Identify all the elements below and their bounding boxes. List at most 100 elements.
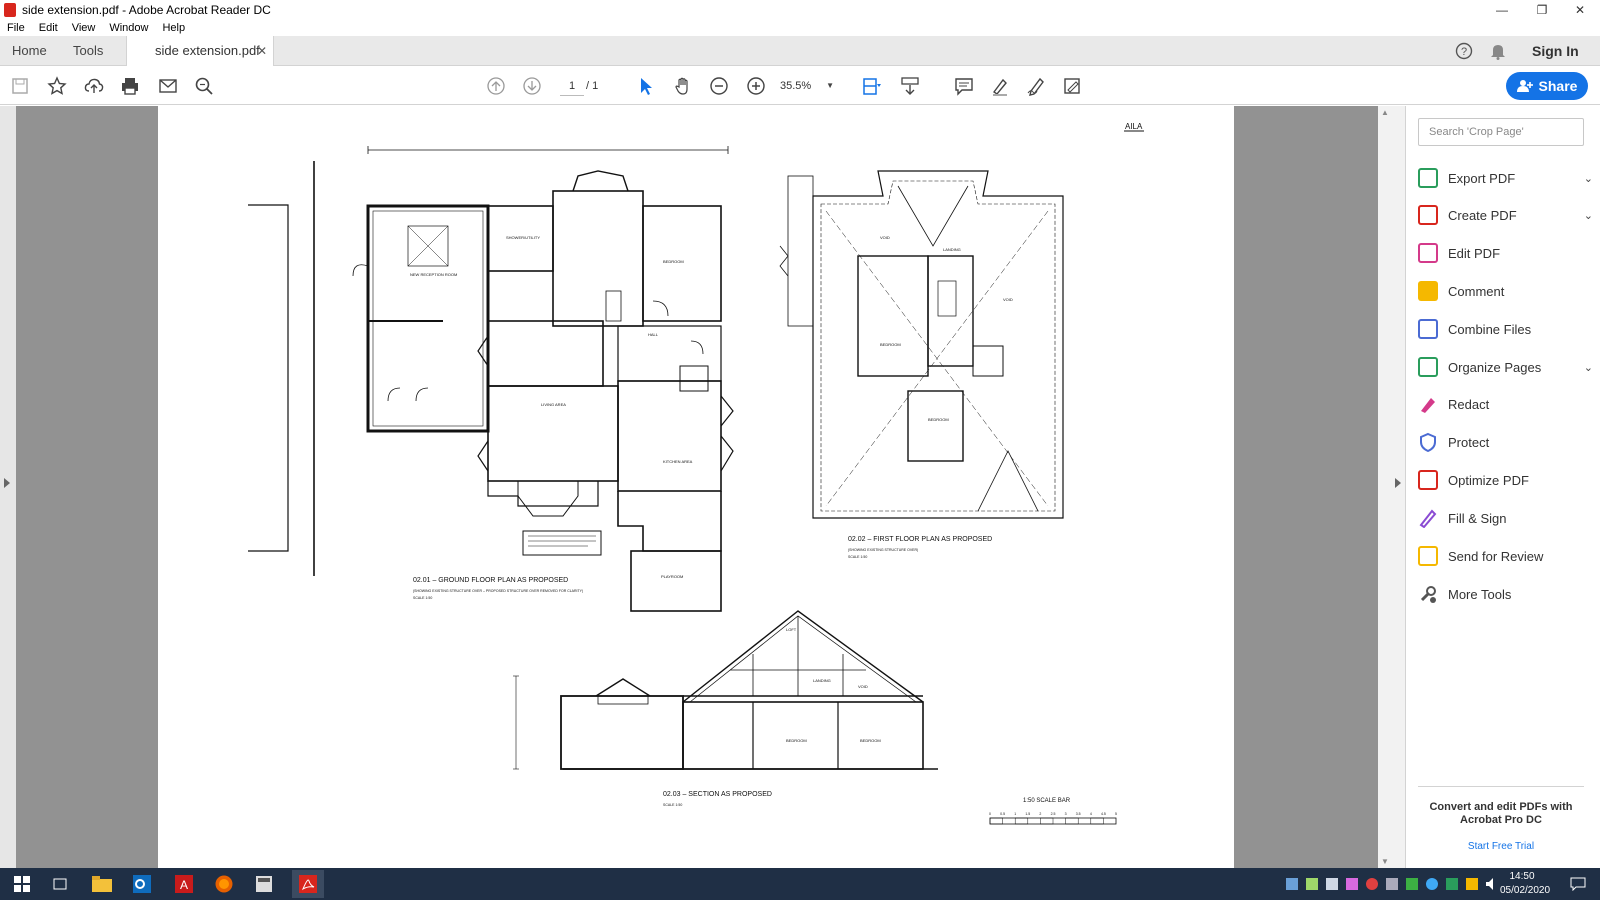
menu-file[interactable]: File — [0, 20, 32, 36]
redact-stamp-icon[interactable] — [1058, 67, 1086, 105]
tool-comment[interactable]: Comment — [1418, 277, 1593, 305]
bedroom-label-first-2: BEDROOM — [928, 417, 949, 422]
calculator-app-icon[interactable] — [252, 872, 276, 896]
upgrade-promo: Convert and edit PDFs with Acrobat Pro D… — [1418, 786, 1584, 852]
shower-utility-label: SHOWER/UTILITY — [506, 235, 540, 240]
scale-bar: 1:50 SCALE BAR 0 0.5 1 1.5 2 2.5 3 3.5 4… — [989, 798, 1117, 825]
tool-combine-files[interactable]: Combine Files — [1418, 315, 1593, 343]
share-button[interactable]: Share — [1506, 72, 1588, 100]
restore-button[interactable]: ❐ — [1522, 0, 1562, 20]
scroll-down-icon[interactable]: ▼ — [1381, 857, 1389, 866]
tool-optimize-pdf[interactable]: Optimize PDF — [1418, 466, 1593, 494]
start-free-trial-link[interactable]: Start Free Trial — [1418, 841, 1584, 852]
tool-label: Protect — [1448, 434, 1490, 450]
autocad-icon[interactable]: A — [172, 872, 196, 896]
fill-sign-icon — [1418, 508, 1438, 529]
stamp-text: AILA — [1125, 122, 1143, 131]
tool-create-pdf[interactable]: Create PDF ⌄ — [1418, 201, 1593, 229]
previous-page-icon[interactable] — [482, 67, 510, 105]
tool-fill-sign[interactable]: Fill & Sign — [1418, 504, 1593, 532]
outlook-icon[interactable] — [130, 872, 154, 896]
svg-text:?: ? — [1461, 46, 1467, 58]
tool-label: Organize Pages — [1448, 359, 1542, 375]
bedroom-section-label-2: BEDROOM — [860, 738, 881, 743]
tab-document-label: side extension.pdf — [155, 43, 260, 58]
notifications-bell-icon[interactable] — [1490, 36, 1506, 66]
tool-more-tools[interactable]: More Tools — [1418, 580, 1593, 608]
zoom-out-icon[interactable] — [705, 67, 733, 105]
zoom-level-select[interactable]: 35.5% ▼ — [780, 76, 836, 96]
tool-export-pdf[interactable]: Export PDF ⌄ — [1418, 164, 1593, 192]
tab-home[interactable]: Home — [12, 36, 47, 66]
tool-redact[interactable]: Redact — [1418, 390, 1593, 418]
chevron-down-icon[interactable]: ⌄ — [1584, 209, 1593, 222]
close-tab-icon[interactable]: ✕ — [257, 36, 267, 66]
find-search-icon[interactable] — [190, 67, 218, 105]
select-cursor-icon[interactable] — [632, 67, 660, 105]
void-section-label: VOID — [858, 684, 868, 689]
scroll-up-icon[interactable]: ▲ — [1381, 108, 1389, 117]
tool-label: Comment — [1448, 283, 1505, 299]
print-icon[interactable] — [116, 67, 144, 105]
page-number-input[interactable]: 1 — [560, 76, 584, 96]
minimize-button[interactable]: — — [1482, 0, 1522, 20]
organize-pages-icon — [1418, 357, 1438, 377]
pdf-page[interactable]: AILA LIVING AREA KITCHEN AREA PLAYROOM B… — [158, 106, 1234, 868]
notification-center-icon[interactable] — [1566, 872, 1590, 896]
right-pane-toggle[interactable] — [1392, 106, 1405, 868]
tool-protect[interactable]: Protect — [1418, 428, 1593, 456]
highlight-pen-icon[interactable] — [986, 67, 1014, 105]
tab-tools[interactable]: Tools — [73, 36, 103, 66]
add-user-icon — [1516, 80, 1533, 92]
left-pane-toggle[interactable] — [0, 106, 16, 868]
menu-edit[interactable]: Edit — [32, 20, 65, 36]
section-drawing: LOFT LANDING BEDROOM BEDROOM VOID — [513, 610, 938, 770]
next-page-icon[interactable] — [518, 67, 546, 105]
playroom-label: PLAYROOM — [661, 574, 683, 579]
ground-floor-title: 02.01 – GROUND FLOOR PLAN AS PROPOSED — [413, 577, 568, 584]
sign-pen-icon[interactable] — [1022, 67, 1050, 105]
tab-document[interactable]: side extension.pdf ✕ — [126, 36, 274, 66]
page-fit-icon[interactable] — [858, 67, 886, 105]
tool-label: Optimize PDF — [1448, 472, 1529, 488]
file-explorer-icon[interactable] — [90, 872, 114, 896]
help-icon[interactable]: ? — [1455, 36, 1473, 66]
tool-organize-pages[interactable]: Organize Pages ⌄ — [1418, 353, 1593, 381]
redact-icon — [1418, 394, 1438, 414]
floor-plan-drawing: AILA LIVING AREA KITCHEN AREA PLAYROOM B… — [248, 122, 1144, 825]
scroll-mode-icon[interactable] — [896, 67, 924, 105]
upload-cloud-icon[interactable] — [80, 67, 108, 105]
tool-search-input[interactable]: Search 'Crop Page' — [1418, 118, 1584, 146]
firefox-icon[interactable] — [212, 872, 236, 896]
comment-icon[interactable] — [950, 67, 978, 105]
email-icon[interactable] — [154, 67, 182, 105]
windows-start-icon[interactable] — [10, 872, 34, 896]
zoom-in-icon[interactable] — [742, 67, 770, 105]
scale-bar-title: 1:50 SCALE BAR — [1023, 798, 1071, 804]
save-icon[interactable] — [6, 67, 34, 105]
sign-in-link[interactable]: Sign In — [1532, 36, 1579, 66]
acrobat-taskbar-icon[interactable] — [292, 870, 324, 898]
share-label: Share — [1538, 78, 1578, 94]
vertical-scrollbar[interactable]: ▲ ▼ — [1378, 106, 1392, 868]
section-scale: SCALE 1:50 — [663, 803, 682, 807]
task-view-icon[interactable] — [48, 872, 72, 896]
bookmark-star-icon[interactable] — [43, 67, 71, 105]
chevron-down-icon[interactable]: ⌄ — [1584, 172, 1593, 185]
menu-window[interactable]: Window — [102, 20, 155, 36]
hand-tool-icon[interactable] — [669, 67, 697, 105]
menu-bar: File Edit View Window Help — [0, 20, 1600, 36]
menu-help[interactable]: Help — [155, 20, 192, 36]
bedroom-label-ground: BEDROOM — [663, 259, 684, 264]
living-area-label: LIVING AREA — [541, 402, 566, 407]
tab-bar: Home Tools side extension.pdf ✕ — [0, 36, 1600, 66]
windows-taskbar: A 14:50 05/02/2020 — [0, 868, 1600, 900]
promo-title: Convert and edit PDFs with Acrobat Pro D… — [1429, 801, 1573, 826]
chevron-down-icon[interactable]: ⌄ — [1584, 361, 1593, 374]
system-clock[interactable]: 14:50 05/02/2020 — [1500, 870, 1550, 898]
tool-send-for-review[interactable]: Send for Review — [1418, 542, 1593, 570]
scale-tick-label: 5 — [1115, 812, 1117, 816]
close-window-button[interactable]: ✕ — [1560, 0, 1600, 20]
tool-edit-pdf[interactable]: Edit PDF — [1418, 239, 1593, 267]
menu-view[interactable]: View — [65, 20, 103, 36]
